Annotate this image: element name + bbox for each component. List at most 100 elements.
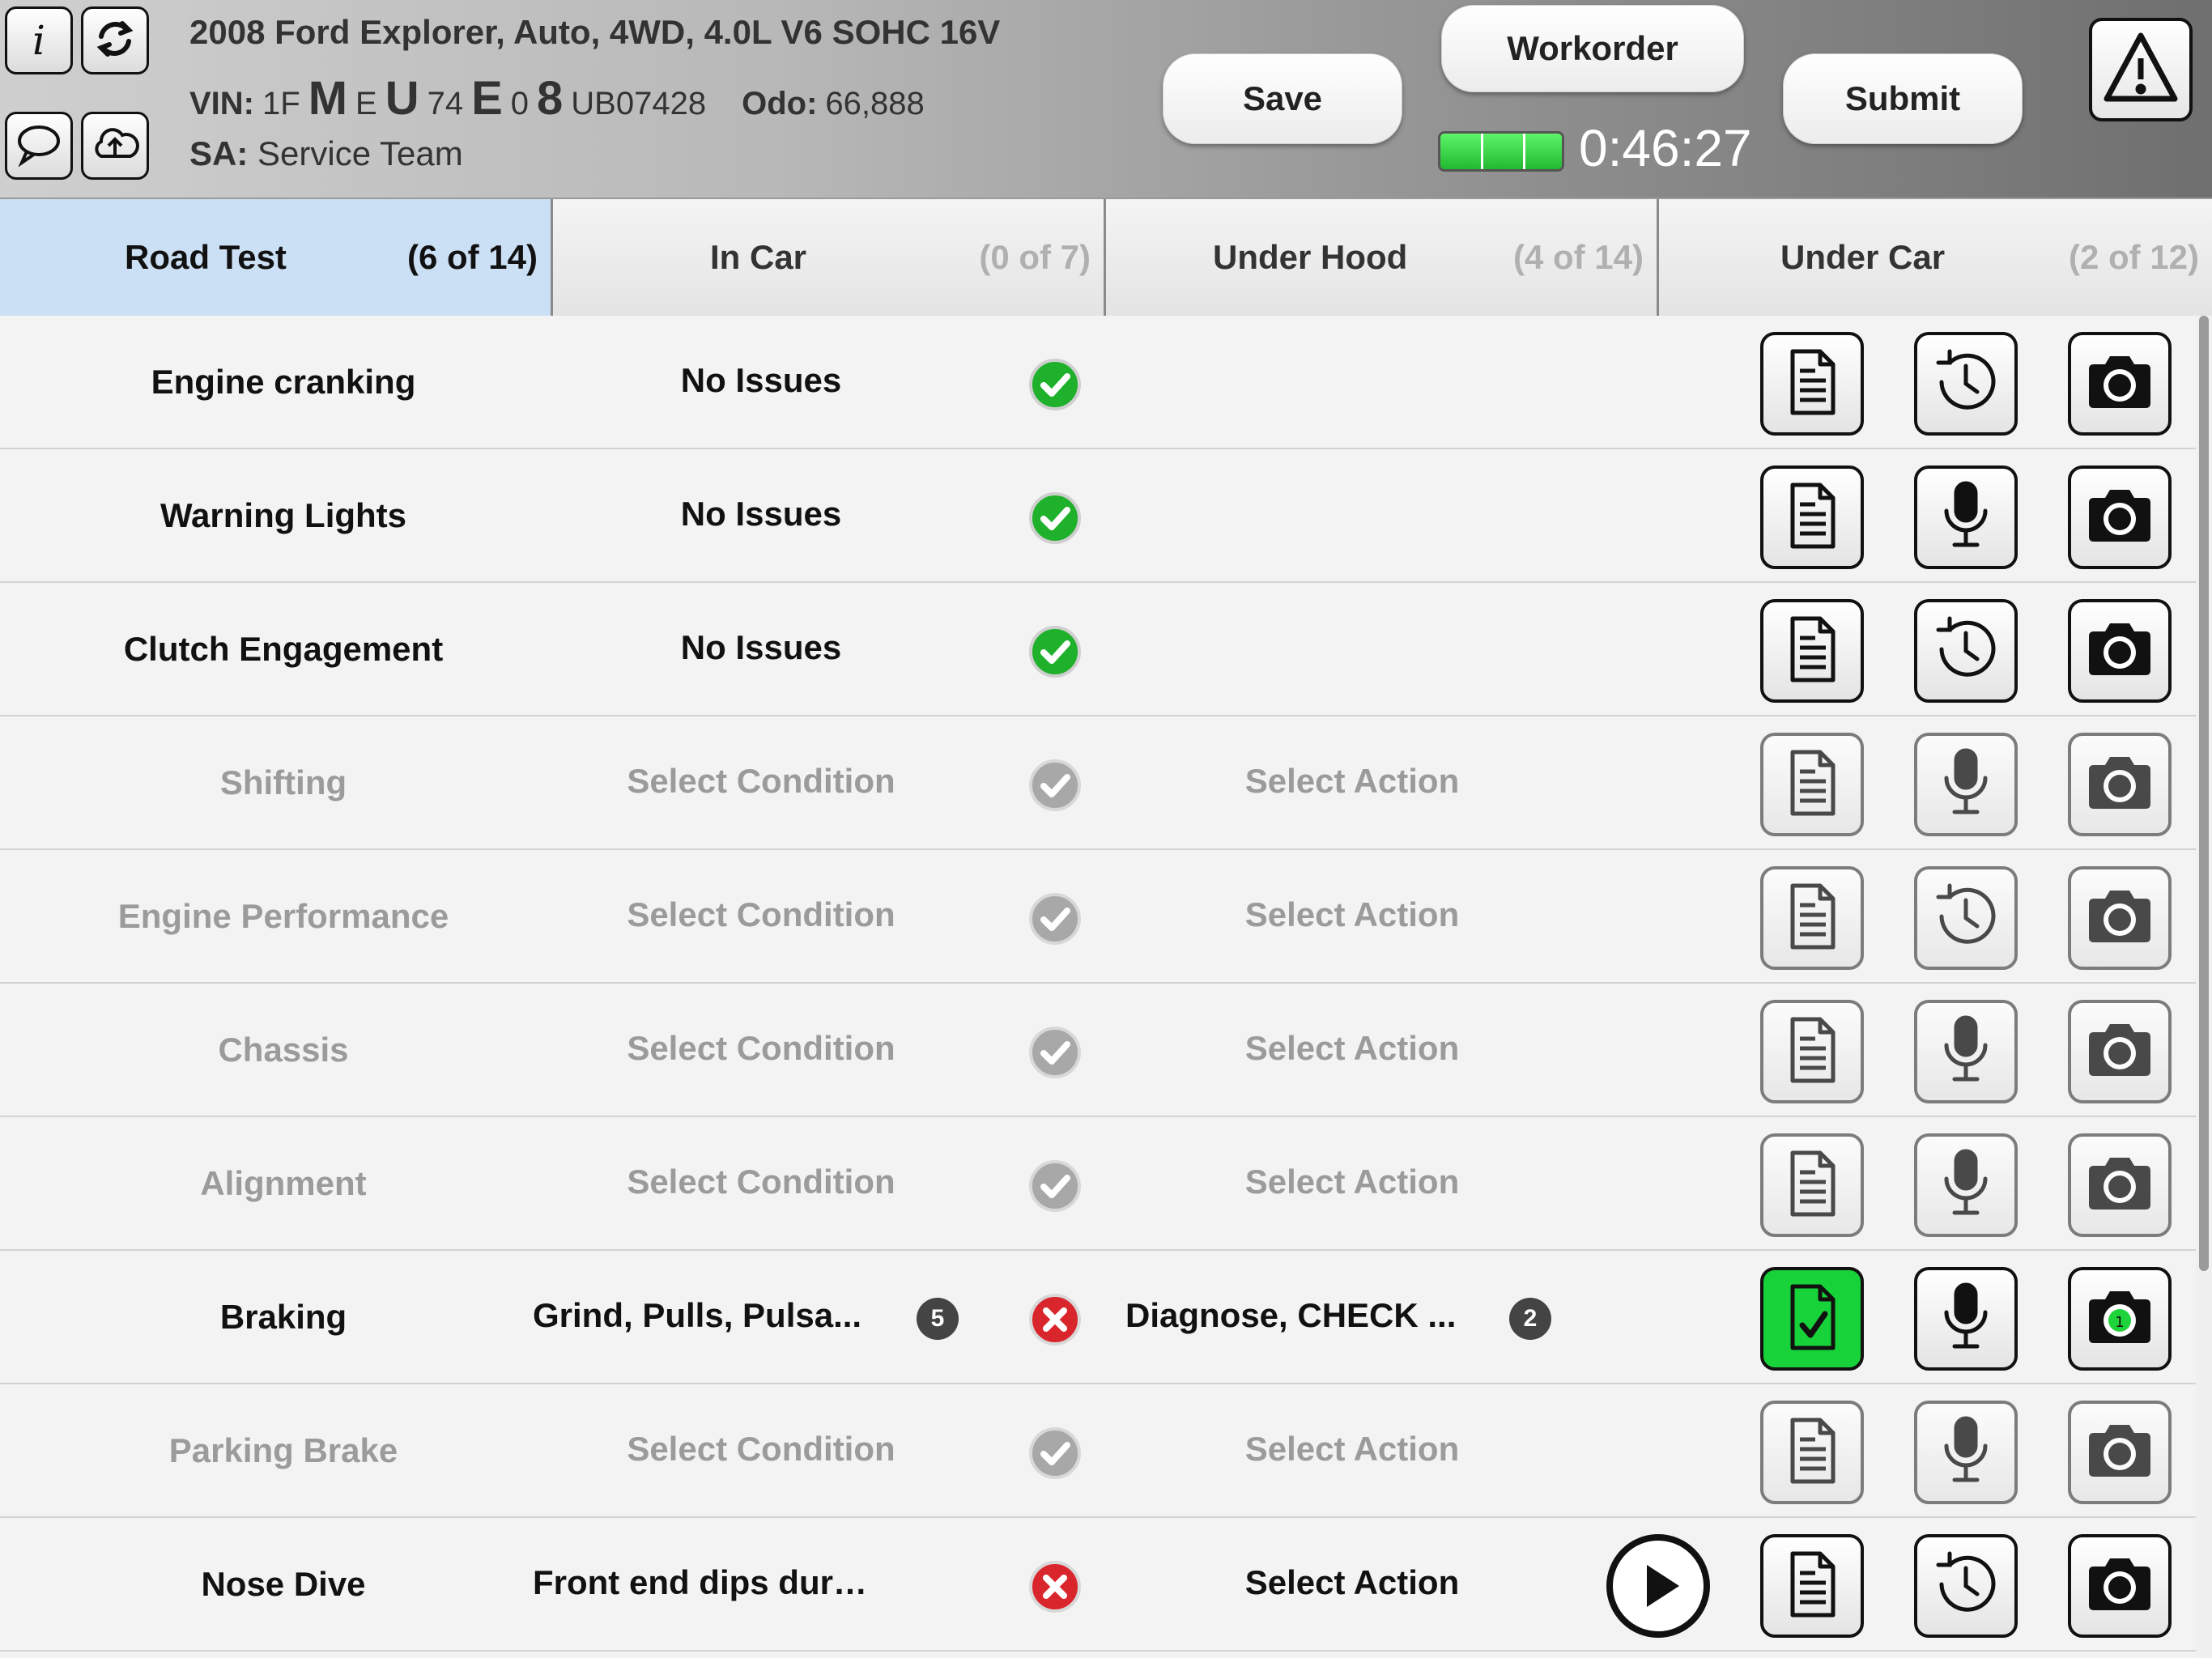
notes-button[interactable] <box>1760 733 1864 836</box>
inspection-row: Engine Performance Select Condition Select… <box>0 850 2196 984</box>
photo-button[interactable] <box>2068 733 2172 836</box>
action-selector[interactable]: Select Action <box>1117 762 1587 801</box>
condition-selector[interactable]: Select Condition <box>518 1163 1004 1201</box>
history-button[interactable] <box>1914 599 2018 703</box>
item-name: Shifting <box>219 763 347 801</box>
condition-selector[interactable]: No Issues <box>518 361 1004 400</box>
status-unset-icon[interactable] <box>1028 892 1082 946</box>
photo-button[interactable] <box>2068 1534 2172 1638</box>
condition-selector[interactable]: Select Condition <box>518 1430 1004 1469</box>
notes-button[interactable] <box>1760 1000 1864 1103</box>
condition-selector[interactable]: Grind, Pulls, Pulsa... <box>533 1296 873 1335</box>
notes-button[interactable] <box>1760 1534 1864 1638</box>
notes-button[interactable] <box>1760 866 1864 970</box>
voice-note-button[interactable] <box>1914 1133 2018 1237</box>
header-bar: i 2008 Ford Explorer, Auto, 4WD, 4.0L V6… <box>0 0 2212 199</box>
notes-button[interactable] <box>1760 466 1864 569</box>
tab-count: (2 of 12) <box>2068 238 2199 276</box>
condition-selector[interactable]: No Issues <box>518 495 1004 534</box>
notes-button[interactable] <box>1760 599 1864 703</box>
camera-icon <box>2081 343 2159 425</box>
photo-button[interactable] <box>2068 332 2172 436</box>
notes-button[interactable] <box>1760 1401 1864 1504</box>
item-name: Parking Brake <box>168 1431 398 1469</box>
chat-button[interactable] <box>5 112 73 180</box>
inspection-row: Nose Dive Front end dips during bra... Sel… <box>0 1518 2196 1652</box>
action-selector[interactable]: Select Action <box>1117 1563 1587 1602</box>
submit-button[interactable]: Submit <box>1783 53 2023 144</box>
service-advisor-label: SA: <box>189 134 249 172</box>
history-icon <box>1927 878 2005 959</box>
play-button[interactable] <box>1605 1533 1712 1639</box>
tab-under-hood[interactable]: Under Hood (4 of 14) <box>1106 199 1659 316</box>
status-unset-icon[interactable] <box>1028 1426 1082 1480</box>
inspection-row: Shifting Select Condition Select Action <box>0 716 2196 850</box>
service-advisor: SA: Service Team <box>189 134 463 173</box>
action-selector[interactable]: Select Action <box>1117 895 1587 934</box>
save-button[interactable]: Save <box>1163 53 1402 144</box>
condition-selector[interactable]: Select Condition <box>518 762 1004 801</box>
voice-note-button[interactable] <box>1914 1000 2018 1103</box>
history-button[interactable] <box>1914 1534 2018 1638</box>
status-fail-icon[interactable] <box>1028 1293 1082 1346</box>
photo-button[interactable] <box>2068 466 2172 569</box>
action-count-badge: 2 <box>1509 1298 1551 1340</box>
voice-note-button[interactable] <box>1914 1401 2018 1504</box>
inspection-row: Engine cranking No Issues <box>0 316 2196 449</box>
voice-note-button[interactable] <box>1914 466 2018 569</box>
condition-selector[interactable]: Select Condition <box>518 895 1004 934</box>
upload-button[interactable] <box>81 112 149 180</box>
tab-label: In Car <box>710 238 807 276</box>
inspection-row: Chassis Select Condition Select Action <box>0 984 2196 1117</box>
elapsed-timer: 0:46:27 <box>1579 119 1752 177</box>
status-unset-icon[interactable] <box>1028 1026 1082 1079</box>
action-selector[interactable]: Select Action <box>1117 1430 1587 1469</box>
tab-in-car[interactable]: In Car (0 of 7) <box>553 199 1106 316</box>
condition-selector[interactable]: Select Condition <box>518 1029 1004 1068</box>
tab-under-car[interactable]: Under Car (2 of 12) <box>1659 199 2212 316</box>
notes-button[interactable] <box>1760 1133 1864 1237</box>
condition-selector[interactable]: Front end dips during bra... <box>533 1563 873 1602</box>
status-ok-icon[interactable] <box>1028 625 1082 678</box>
photo-button[interactable] <box>2068 1133 2172 1237</box>
voice-note-button[interactable] <box>1914 733 2018 836</box>
condition-selector[interactable]: No Issues <box>518 628 1004 667</box>
status-unset-icon[interactable] <box>1028 1159 1082 1213</box>
action-selector[interactable]: Select Action <box>1117 1163 1587 1201</box>
action-selector[interactable]: Select Action <box>1117 1029 1587 1068</box>
history-icon <box>1927 1545 2005 1627</box>
info-button[interactable]: i <box>5 6 73 74</box>
list-scrollbar[interactable] <box>2196 316 2212 1658</box>
history-button[interactable] <box>1914 332 2018 436</box>
photo-button[interactable]: 1 <box>2068 1267 2172 1371</box>
history-button[interactable] <box>1914 866 2018 970</box>
vehicle-description: 2008 Ford Explorer, Auto, 4WD, 4.0L V6 S… <box>189 13 1001 51</box>
camera-icon <box>2081 610 2159 692</box>
notes-button[interactable] <box>1760 332 1864 436</box>
tab-label: Road Test <box>125 238 287 276</box>
microphone-icon <box>1927 1412 2005 1494</box>
condition-count-badge: 5 <box>917 1298 959 1340</box>
photo-button[interactable] <box>2068 1000 2172 1103</box>
photo-button[interactable] <box>2068 866 2172 970</box>
tab-label: Under Hood <box>1213 238 1408 276</box>
svg-text:i: i <box>32 17 45 64</box>
status-fail-icon[interactable] <box>1028 1560 1082 1613</box>
alert-button[interactable] <box>2089 18 2193 121</box>
refresh-button[interactable] <box>81 6 149 74</box>
status-unset-icon[interactable] <box>1028 759 1082 812</box>
photo-button[interactable] <box>2068 1401 2172 1504</box>
item-name: Clutch Engagement <box>123 630 444 668</box>
voice-note-button[interactable] <box>1914 1267 2018 1371</box>
list-scroll-thumb[interactable] <box>2199 316 2209 1271</box>
inspection-row: Braking Grind, Pulls, Pulsa... 5 Diagnose, … <box>0 1251 2196 1384</box>
action-selector[interactable]: Diagnose, CHECK ... <box>1125 1296 1474 1335</box>
notes-button[interactable] <box>1760 1267 1864 1371</box>
tab-road-test[interactable]: Road Test (6 of 14) <box>0 199 553 316</box>
vin-label: VIN: <box>189 86 254 121</box>
tab-count: (0 of 7) <box>979 238 1091 276</box>
status-ok-icon[interactable] <box>1028 491 1082 545</box>
photo-button[interactable] <box>2068 599 2172 703</box>
workorder-button[interactable]: Workorder <box>1441 5 1744 92</box>
status-ok-icon[interactable] <box>1028 358 1082 411</box>
